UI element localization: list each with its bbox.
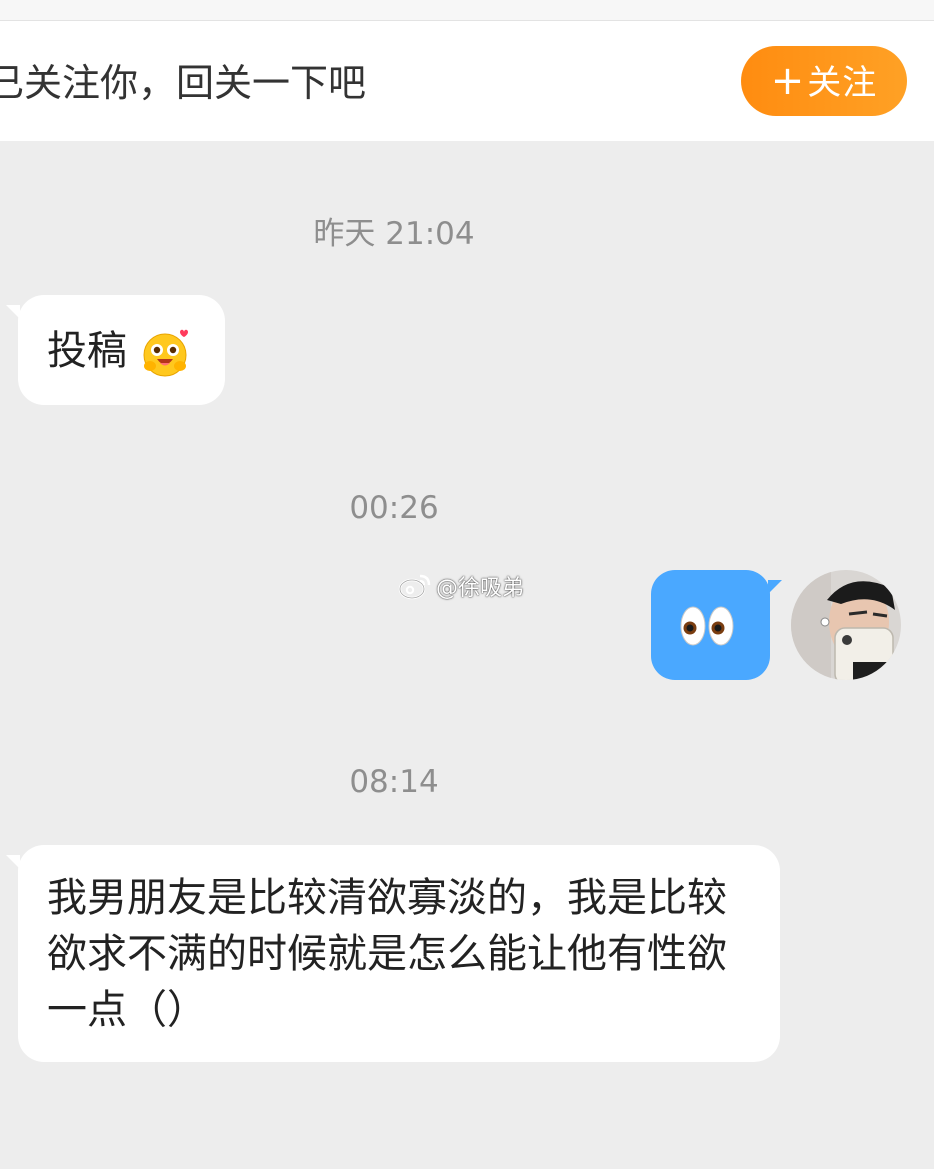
user-avatar-photo — [791, 570, 901, 680]
sent-message-bubble[interactable] — [651, 570, 782, 680]
watermark-handle: @徐吸弟 — [436, 576, 525, 601]
follow-back-banner: 已关注你，回关一下吧 +关注 — [0, 21, 934, 141]
follow-back-prompt: 已关注你，回关一下吧 — [0, 61, 367, 105]
message-text: 投稿 — [47, 328, 127, 374]
received-message-bubble[interactable]: 我男朋友是比较清欲寡淡的，我是比较欲求不满的时候就是怎么能让他有性欲一点（） — [6, 845, 780, 1062]
eyes-emoji — [680, 606, 734, 646]
avatar[interactable] — [791, 570, 901, 680]
bubble-tail — [6, 855, 20, 869]
hug-face-emoji — [143, 329, 188, 377]
follow-button-label: 关注 — [807, 63, 878, 103]
timestamp: 08:14 — [349, 764, 439, 800]
bubble-tail — [768, 580, 782, 594]
timestamp: 昨天 21:04 — [313, 216, 475, 252]
follow-button[interactable]: +关注 — [741, 46, 907, 116]
plus-icon: + — [770, 58, 806, 104]
message-text: 我男朋友是比较清欲寡淡的，我是比较欲求不满的时候就是怎么能让他有性欲一点（） — [47, 875, 727, 1033]
weibo-watermark: @徐吸弟 — [398, 568, 524, 604]
received-message-bubble[interactable]: 投稿 — [6, 295, 225, 405]
weibo-logo-icon — [398, 574, 431, 600]
bubble-tail — [6, 305, 20, 319]
timestamp: 00:26 — [349, 490, 439, 526]
top-status-strip — [0, 0, 934, 21]
